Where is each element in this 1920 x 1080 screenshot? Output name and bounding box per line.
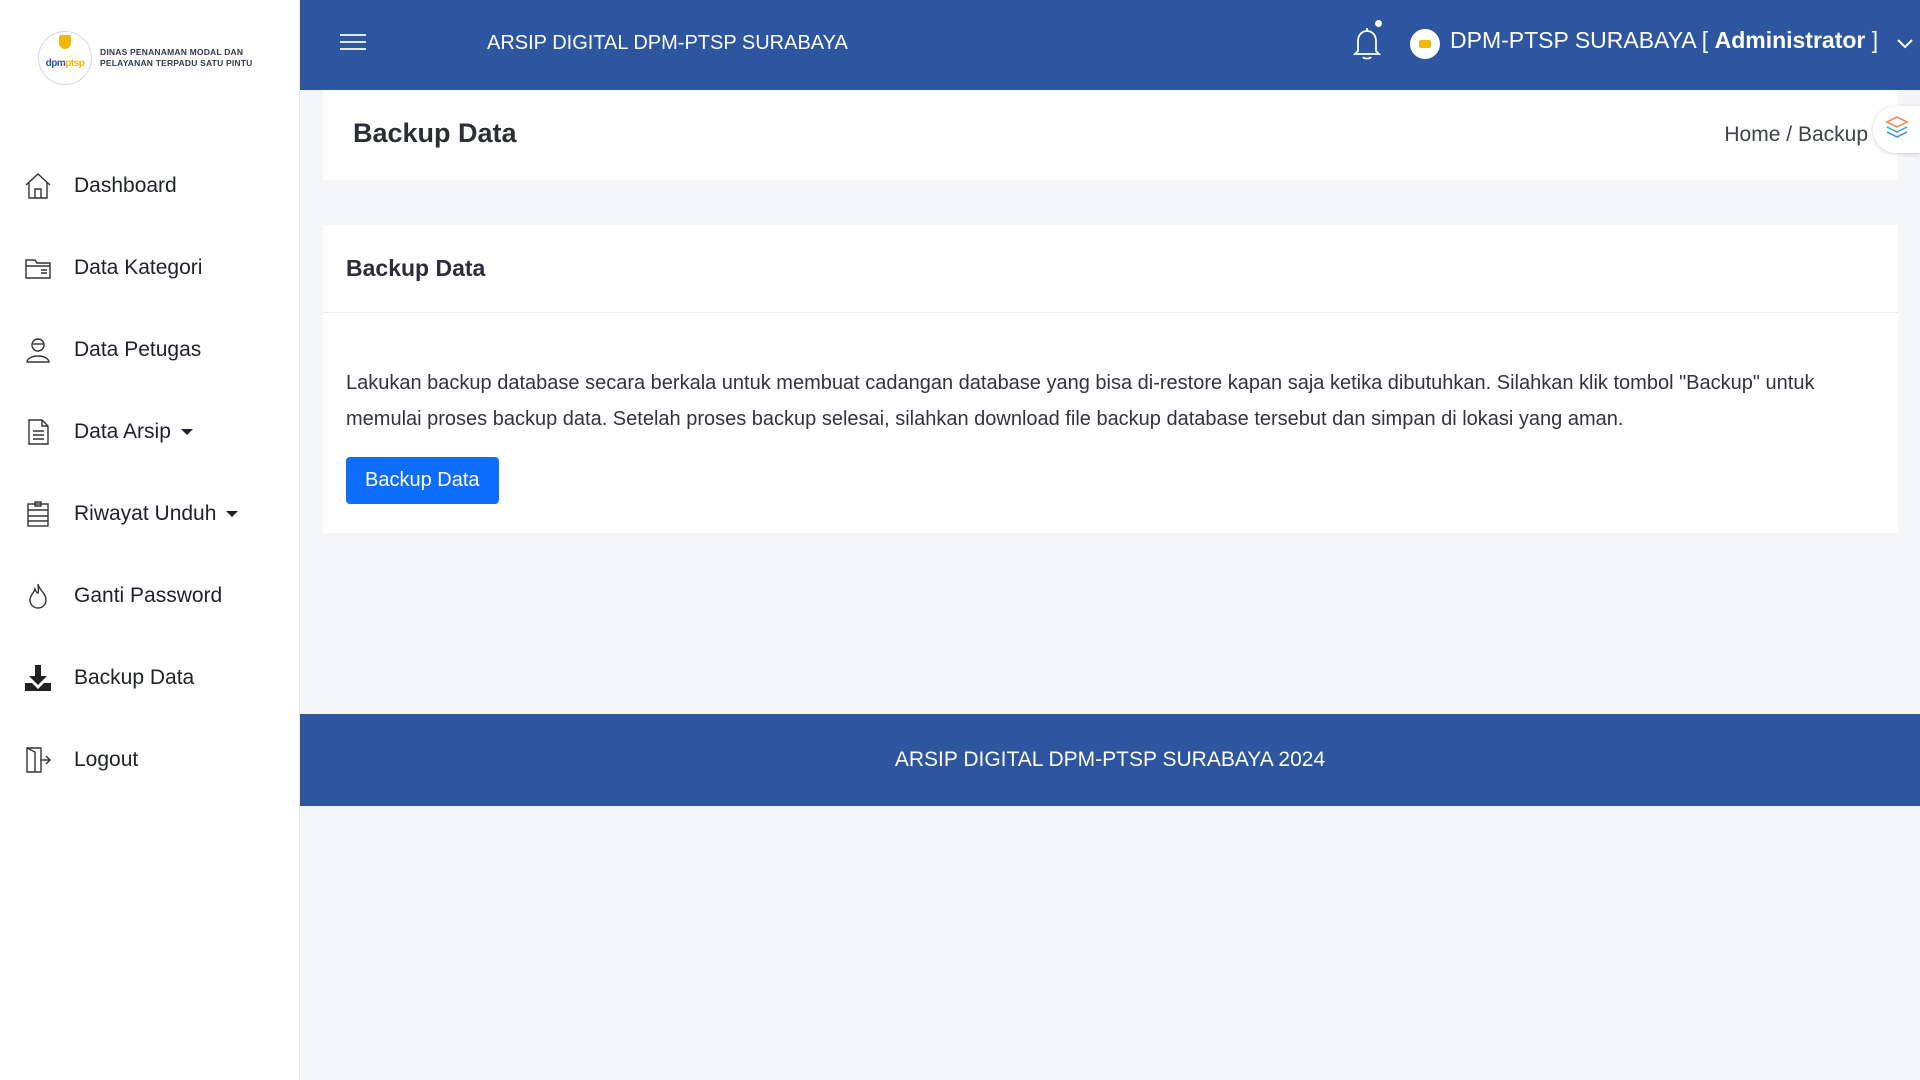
notification-dot [1375,20,1382,27]
sidebar-item-label: Data Arsip [74,420,193,444]
breadcrumb-current: Backup [1797,123,1868,146]
user-role: Administrator [1714,27,1866,53]
folder-icon [22,252,54,284]
sidebar-item-label: Ganti Password [74,584,223,607]
logo-emblem: dpmptsp [38,31,92,85]
breadcrumb-home[interactable]: Home [1724,123,1780,146]
backup-card: Backup Data Lakukan backup database seca… [323,225,1898,533]
avatar[interactable] [1410,29,1440,59]
card-body: Lakukan backup database secara berkala u… [346,365,1876,504]
backup-data-button[interactable]: Backup Data [346,457,499,504]
page-title: Backup Data [353,118,517,148]
sidebar: dpmptsp DINAS PENANAMAN MODAL DAN PELAYA… [0,0,300,1080]
flame-icon [22,580,54,612]
logo[interactable]: dpmptsp DINAS PENANAMAN MODAL DAN PELAYA… [38,26,270,90]
user-menu[interactable]: DPM-PTSP SURABAYA [ Administrator ] [1450,27,1913,55]
sidebar-item-logout[interactable]: Logout [0,719,299,801]
sidebar-menu: Dashboard Data Kategori Data Petugas Dat… [0,145,299,801]
hamburger-menu-icon[interactable] [340,34,366,54]
notification-bell-icon[interactable] [1350,20,1384,62]
app-title: ARSIP DIGITAL DPM-PTSP SURABAYA [487,32,848,54]
sidebar-item-data-arsip[interactable]: Data Arsip [0,391,299,473]
user-suffix: ] [1871,27,1879,53]
sidebar-item-label: Data Kategori [74,256,203,279]
archive-icon [22,498,54,530]
document-icon [22,416,54,448]
chevron-down-icon [1896,28,1913,55]
sidebar-item-label: Data Petugas [74,338,202,361]
caret-down-icon [180,429,193,436]
footer: ARSIP DIGITAL DPM-PTSP SURABAYA 2024 [300,714,1920,806]
backup-description: Lakukan backup database secara berkala u… [346,372,1815,430]
user-icon [22,334,54,366]
caret-down-icon [226,511,239,518]
logout-icon [22,744,54,776]
topbar: ARSIP DIGITAL DPM-PTSP SURABAYA DPM-PTSP… [300,0,1920,90]
home-icon [22,170,54,202]
sidebar-item-label: Dashboard [74,174,177,197]
logo-text: DINAS PENANAMAN MODAL DAN PELAYANAN TERP… [100,47,253,68]
sidebar-item-backup-data[interactable]: Backup Data [0,637,299,719]
sidebar-item-label: Riwayat Unduh [74,502,239,526]
sidebar-item-dashboard[interactable]: Dashboard [0,145,299,227]
sidebar-item-label: Logout [74,748,139,771]
page-header: Backup Data Home / Backup [323,90,1898,180]
card-header: Backup Data [323,225,1898,313]
download-icon [22,662,54,694]
user-name: DPM-PTSP SURABAYA [ [1450,27,1709,53]
sidebar-item-label: Backup Data [74,666,195,689]
breadcrumb-separator: / [1786,123,1793,146]
card-title: Backup Data [346,255,486,281]
floating-widget-button[interactable] [1873,106,1920,153]
sidebar-item-ganti-password[interactable]: Ganti Password [0,555,299,637]
footer-text: ARSIP DIGITAL DPM-PTSP SURABAYA 2024 [894,748,1326,771]
sidebar-item-riwayat-unduh[interactable]: Riwayat Unduh [0,473,299,555]
layers-icon [1884,114,1910,145]
sidebar-item-data-kategori[interactable]: Data Kategori [0,227,299,309]
sidebar-item-data-petugas[interactable]: Data Petugas [0,309,299,391]
breadcrumb: Home / Backup [1724,123,1868,147]
